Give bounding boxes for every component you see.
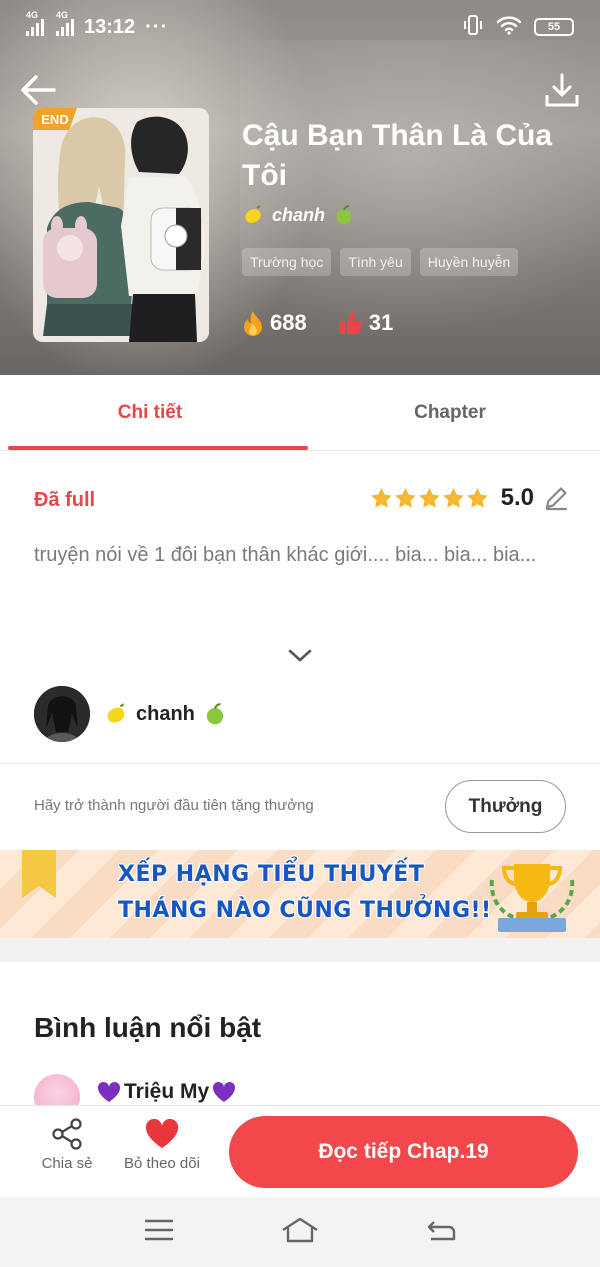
notification-dots: ··· bbox=[145, 15, 169, 38]
share-button[interactable]: Chia sẻ bbox=[36, 1118, 98, 1172]
author-name-block: chanh bbox=[104, 702, 227, 726]
signal-icon: 4G bbox=[26, 10, 44, 36]
unfollow-label: Bỏ theo dõi bbox=[124, 1155, 200, 1172]
featured-comments-title: Bình luận nổi bật bbox=[34, 1012, 262, 1043]
lemon-icon bbox=[107, 703, 125, 723]
divider bbox=[0, 763, 600, 764]
apple-icon bbox=[336, 205, 352, 225]
fire-icon bbox=[244, 311, 262, 336]
purple-heart-icon bbox=[213, 1081, 236, 1102]
status-bar: 4G 4G 13:12 ··· 55 bbox=[0, 0, 600, 54]
trophy-icon bbox=[489, 864, 575, 932]
story-cover[interactable]: END bbox=[33, 108, 209, 342]
story-author[interactable]: chanh bbox=[242, 204, 355, 226]
home-icon[interactable] bbox=[280, 1216, 320, 1249]
section-spacer bbox=[0, 938, 600, 962]
rating-block: 5.0 bbox=[370, 484, 570, 512]
tag-item[interactable]: Tình yêu bbox=[340, 248, 411, 276]
banner-line-2: THÁNG NÀO CŨNG THƯỞNG!! bbox=[118, 898, 492, 923]
download-icon bbox=[545, 73, 579, 107]
bottom-action-bar: Chia sẻ Bỏ theo dõi Đọc tiếp Chap.19 bbox=[0, 1105, 600, 1197]
star-icon bbox=[394, 487, 416, 508]
avatar bbox=[34, 686, 90, 742]
tag-item[interactable]: Trường học bbox=[242, 248, 332, 276]
purple-heart-icon bbox=[97, 1081, 121, 1102]
share-icon bbox=[52, 1118, 82, 1150]
vibrate-icon bbox=[462, 14, 484, 41]
back-button[interactable] bbox=[16, 68, 60, 112]
ranking-banner[interactable]: XẾP HẠNG TIỂU THUYẾT THÁNG NÀO CŨNG THƯỞ… bbox=[0, 850, 600, 938]
share-label: Chia sẻ bbox=[41, 1155, 93, 1172]
back-nav-icon[interactable] bbox=[425, 1217, 457, 1248]
views-count: 688 bbox=[270, 310, 307, 335]
signal-icon: 4G bbox=[56, 10, 74, 36]
likes-stat: 31 bbox=[337, 310, 393, 336]
download-button[interactable] bbox=[540, 68, 584, 112]
star-rating bbox=[370, 487, 489, 509]
cover-illustration bbox=[33, 108, 209, 342]
commenter-name-block: Triệu My bbox=[96, 1080, 237, 1104]
genre-tags: Trường học Tình yêu Huyền huyễn bbox=[242, 248, 519, 276]
heart-icon bbox=[145, 1118, 179, 1148]
system-nav-bar bbox=[0, 1197, 600, 1267]
back-arrow-icon bbox=[21, 75, 56, 105]
rating-value: 5.0 bbox=[500, 484, 534, 511]
author-name: chanh bbox=[272, 204, 326, 225]
author-card[interactable]: chanh bbox=[34, 686, 227, 742]
star-icon bbox=[418, 487, 440, 508]
menu-icon[interactable] bbox=[143, 1217, 175, 1248]
star-icon bbox=[466, 487, 488, 508]
story-title: Cậu Bạn Thân Là Của Tôi bbox=[242, 119, 553, 192]
chevron-down-icon bbox=[288, 649, 312, 662]
tab-chapter[interactable]: Chapter bbox=[300, 375, 600, 450]
status-left: 4G 4G 13:12 ··· bbox=[26, 10, 169, 39]
lemon-icon bbox=[245, 205, 261, 223]
tag-item[interactable]: Huyền huyễn bbox=[419, 248, 519, 276]
author-name: chanh bbox=[136, 702, 195, 725]
expand-description-button[interactable] bbox=[286, 644, 314, 666]
tab-bar: Chi tiết Chapter bbox=[0, 375, 600, 451]
edit-icon[interactable] bbox=[542, 484, 570, 512]
completion-status: Đã full bbox=[34, 489, 96, 511]
banner-line-1: XẾP HẠNG TIỂU THUYẾT bbox=[118, 862, 425, 887]
bookmark-ribbon-icon bbox=[22, 850, 56, 898]
story-description: truyện nói về 1 đôi bạn thân khác giới..… bbox=[34, 544, 537, 566]
status-right: 55 bbox=[462, 14, 574, 41]
unfollow-button[interactable]: Bỏ theo dõi bbox=[116, 1118, 208, 1172]
clock: 13:12 bbox=[84, 15, 136, 38]
reward-button[interactable]: Thưởng bbox=[445, 780, 566, 833]
star-icon bbox=[370, 487, 392, 508]
reward-prompt: Hãy trở thành người đầu tiên tặng thưởng bbox=[34, 797, 314, 814]
views-stat: 688 bbox=[242, 310, 307, 336]
tab-details[interactable]: Chi tiết bbox=[0, 375, 308, 450]
story-stats: 688 31 bbox=[242, 310, 393, 336]
apple-icon bbox=[206, 703, 224, 725]
star-icon bbox=[442, 487, 464, 508]
battery-icon: 55 bbox=[534, 18, 574, 36]
likes-count: 31 bbox=[368, 310, 394, 335]
commenter-name: Triệu My bbox=[124, 1080, 210, 1103]
continue-reading-button[interactable]: Đọc tiếp Chap.19 bbox=[229, 1116, 578, 1188]
thumbs-up-icon bbox=[338, 312, 362, 334]
wifi-icon bbox=[496, 15, 522, 40]
